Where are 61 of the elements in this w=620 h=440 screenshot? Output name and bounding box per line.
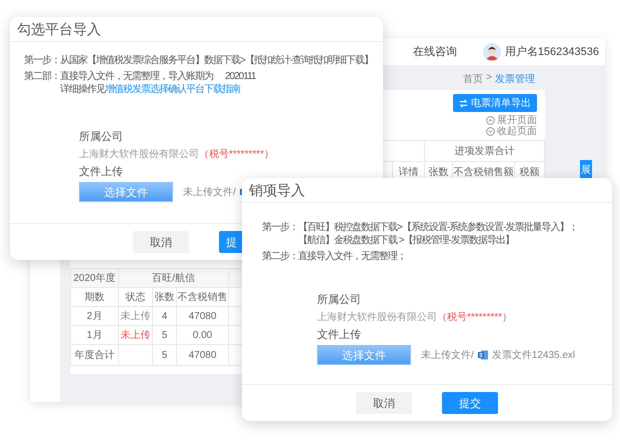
table-header: 进项发票合计 [425,140,545,162]
table-cell: 2月 [71,307,119,326]
breadcrumb-separator: > [486,72,492,85]
swap-icon [459,98,468,108]
cancel-button[interactable]: 取消 [356,392,412,414]
cancel-button[interactable]: 取消 [133,231,189,253]
column-header: 状态 [119,288,153,307]
column-header: 不含税销售 [177,288,229,307]
expand-link[interactable]: 展开页面 [486,115,537,126]
table-header: 百旺/航信 [119,269,229,288]
column-header: 期数 [71,288,119,307]
breadcrumb-current[interactable]: 发票管理 [495,72,535,86]
breadcrumb-home[interactable]: 首页 [463,72,484,86]
table-cell: 47080 [177,307,229,326]
upload-status: 未上传文件/ [183,186,236,199]
file-name: 发票文件12435.exl [492,348,576,362]
export-button[interactable]: 电票清单导出 [453,94,537,112]
tax-number: （税号*********） [437,312,512,323]
table-cell: 47080 [177,345,229,366]
username[interactable]: 用户名1562343536 [504,44,599,59]
upload-status: 未上传文件/ [421,348,474,362]
chevron-down-icon [486,127,495,136]
online-consult-link[interactable]: 在线咨询 [412,44,457,59]
choose-file-button[interactable]: 选择文件 [79,182,173,202]
table-cell: 4 [153,307,177,326]
dialog-title: 销项导入 [242,178,612,203]
field-label: 所属公司 [317,293,362,308]
table-cell: 1月 [71,326,119,345]
table-cell: 5 [153,345,177,366]
table-cell: 0.00 [177,326,229,345]
status-text: 未上传 [119,326,153,345]
submit-button[interactable]: 提交 [442,392,498,414]
avatar-icon[interactable] [482,42,501,60]
table-cell: 年度合计 [71,345,119,366]
field-label: 文件上传 [79,165,124,180]
chevron-up-icon [486,116,495,125]
step-label: 第一步： [262,221,298,235]
step-text: 直接导入文件，无需整理； [298,251,406,262]
dialog-title: 勾选平台导入 [10,17,383,42]
column-header: 张数 [153,288,177,307]
table-header: 2020年度 [71,269,119,288]
period-value: 2020111 [225,71,256,82]
field-label: 所属公司 [79,130,124,145]
guide-text: 详细操作见 [60,84,105,95]
step-label: 第二部： [24,70,60,84]
choose-file-button[interactable]: 选择文件 [317,345,411,365]
step-text: 直接导入文件，无需整理，导入账期为 [60,71,213,82]
collapse-link[interactable]: 收起页面 [486,126,537,137]
status-text: 未上传 [119,307,153,326]
step-label: 第一步： [24,54,60,67]
step-label: 第二步： [262,250,298,263]
table-cell: 5 [153,326,177,345]
field-label: 文件上传 [317,328,362,343]
company-name: 上海财大软件股份有限公司 [79,149,199,160]
step-text: 从国家【增值税发票综合服务平台】数据下载>【抵扣统计-查询抵扣明细下载】 [60,55,374,66]
tax-number: （税号*********） [199,149,274,160]
company-name: 上海财大软件股份有限公司 [317,312,437,323]
document-icon [478,350,488,360]
step-text: 【航信】金税盘数据下载 >【报税管理-发票数据导出】 [298,235,514,246]
guide-link[interactable]: 增值税发票选择确认平台下载指南 [105,84,240,95]
step-text: 【百旺】税控盘数据下载>【系统设置-系统参数设置-发票批量导入】； [298,222,578,233]
